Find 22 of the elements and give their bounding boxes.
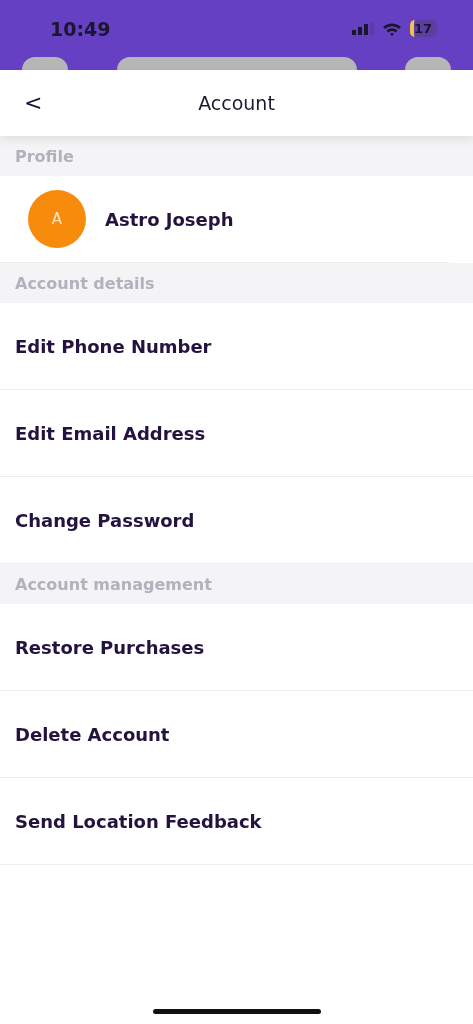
avatar: A (28, 190, 86, 248)
settings-row[interactable]: Edit Phone Number (0, 303, 473, 390)
signal-icon (351, 22, 374, 35)
battery-indicator: 17 (409, 20, 437, 37)
row-label: Restore Purchases (15, 636, 205, 658)
settings-row[interactable]: Edit Email Address (0, 390, 473, 477)
status-time: 10:49 (50, 17, 111, 40)
section-title: Profile (15, 146, 74, 166)
section-title: Account details (15, 273, 155, 293)
row-label: Edit Email Address (15, 422, 206, 444)
profile-name: Astro Joseph (105, 208, 234, 230)
row-label: Change Password (15, 509, 195, 531)
row-label: Delete Account (15, 723, 170, 745)
wifi-icon (381, 21, 402, 36)
row-label: Send Location Feedback (15, 810, 262, 832)
settings-row[interactable]: Send Location Feedback (0, 778, 473, 865)
settings-row[interactable]: Restore Purchases (0, 604, 473, 691)
back-button[interactable]: < (20, 90, 47, 115)
settings-row[interactable]: Delete Account (0, 691, 473, 778)
row-label: Edit Phone Number (15, 335, 212, 357)
page-title: Account (198, 92, 275, 114)
section-title: Account management (15, 574, 212, 594)
